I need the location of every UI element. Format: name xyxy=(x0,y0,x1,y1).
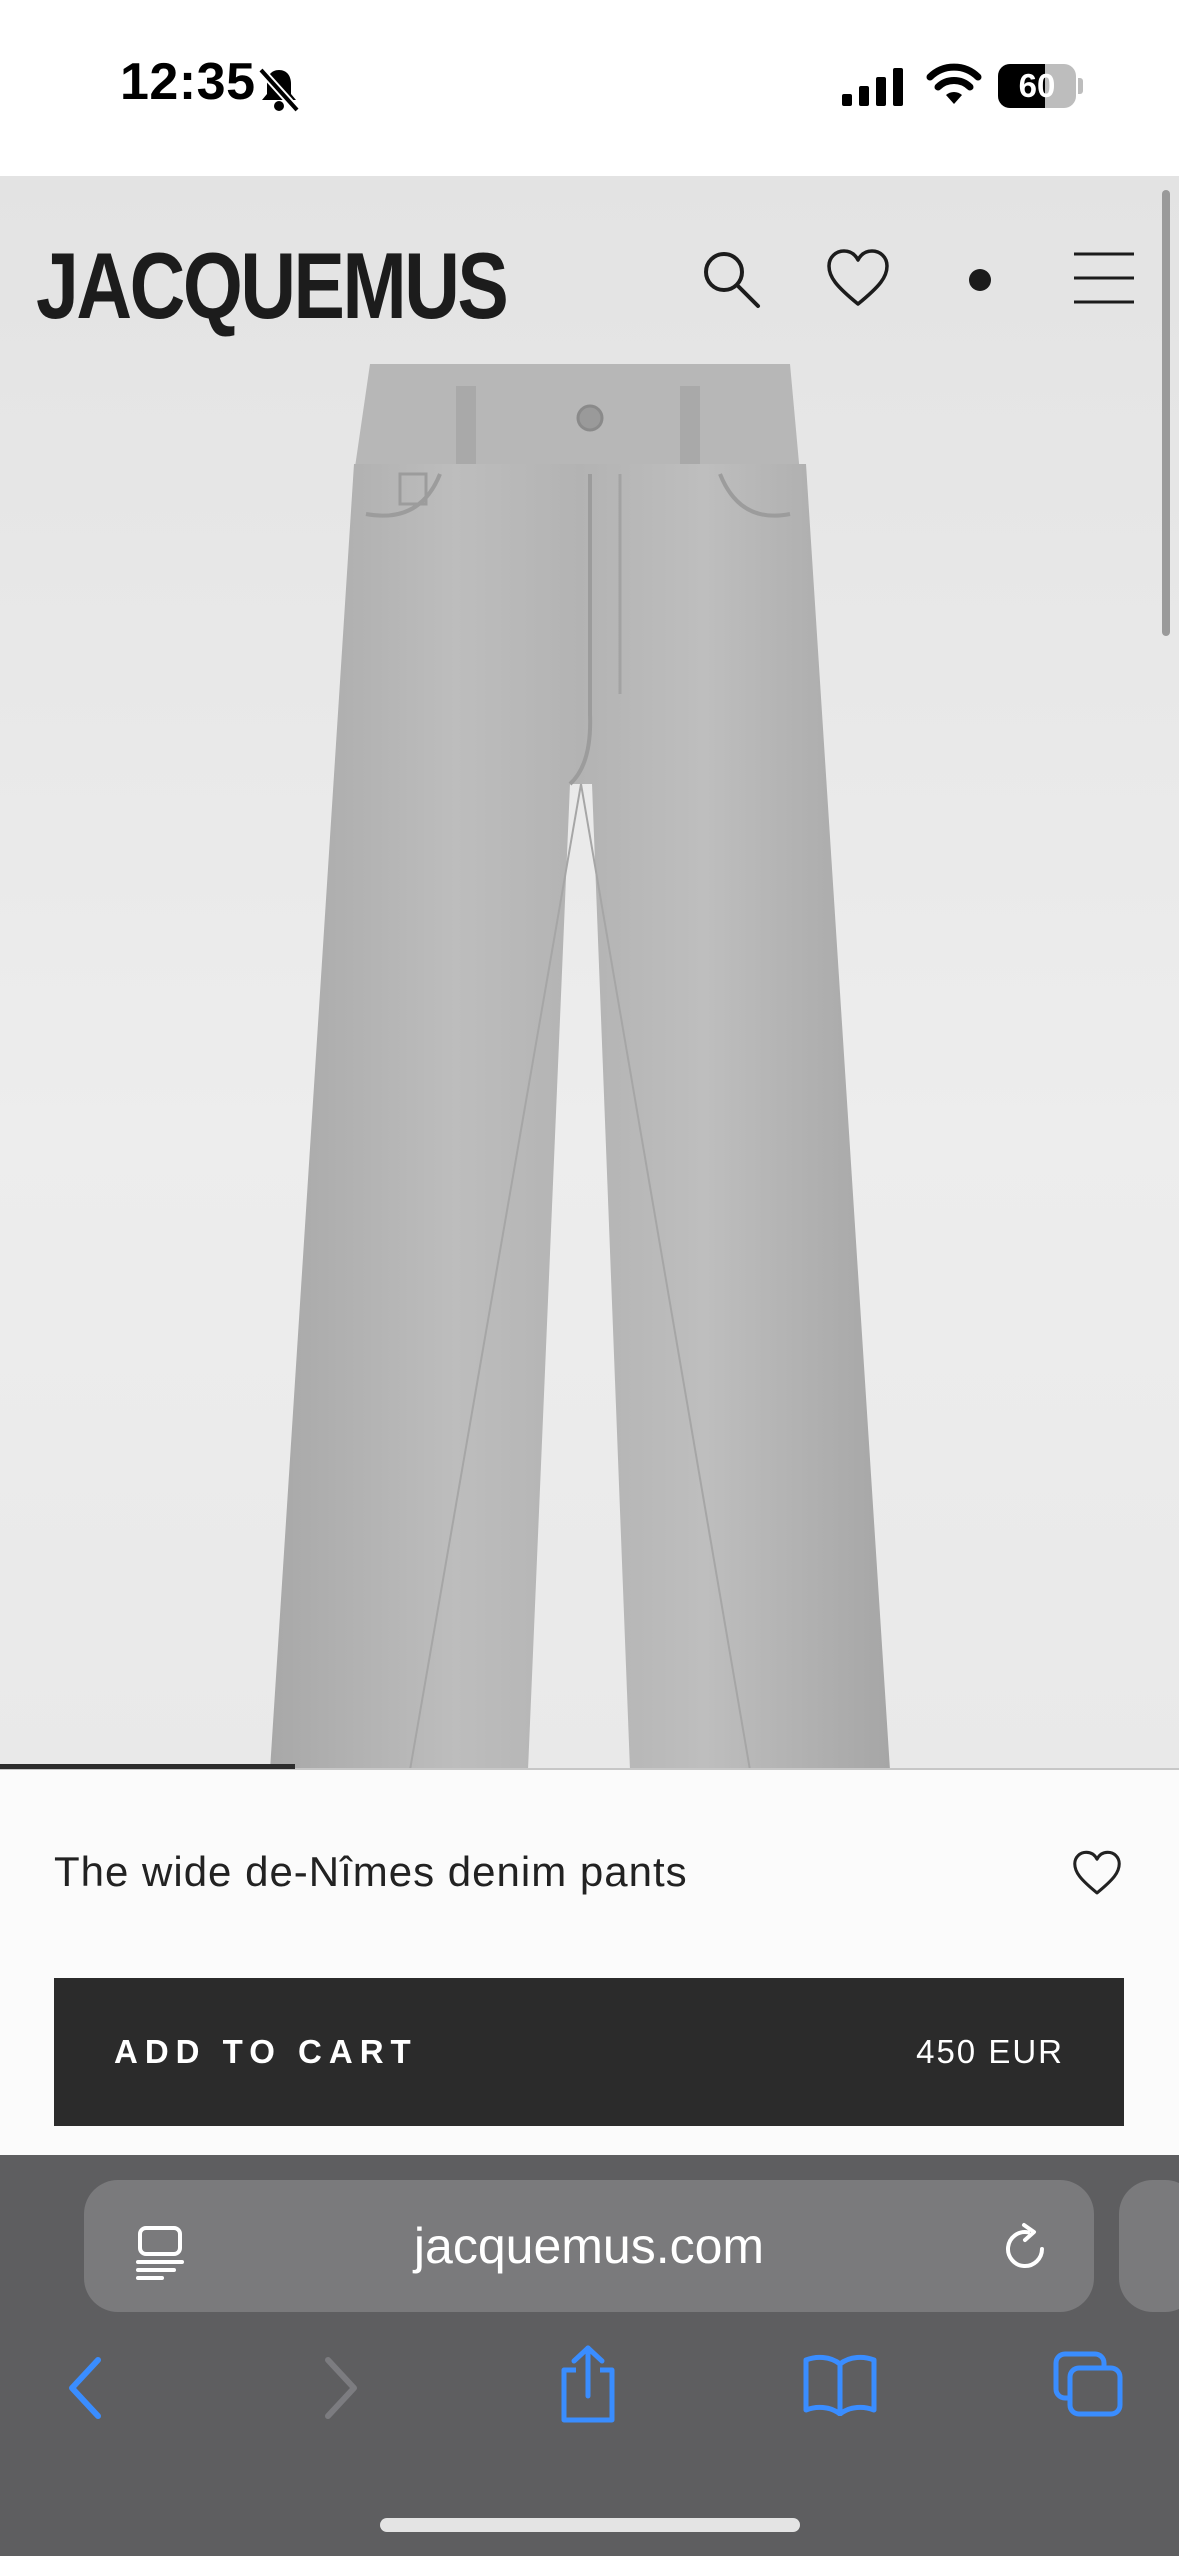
bookmarks-icon[interactable] xyxy=(802,2352,878,2416)
share-icon[interactable] xyxy=(556,2344,620,2424)
add-to-cart-button[interactable]: ADD TO CART 450 EUR xyxy=(54,1978,1124,2126)
page-scrollbar[interactable] xyxy=(1162,190,1170,636)
product-name: The wide de-Nîmes denim pants xyxy=(54,1848,688,1895)
home-indicator[interactable] xyxy=(380,2518,800,2532)
gallery-progress-fill xyxy=(0,1764,295,1769)
battery-icon: 60 xyxy=(998,64,1076,108)
add-to-wishlist-heart-icon[interactable] xyxy=(1072,1850,1122,1896)
status-time: 12:35 xyxy=(120,53,256,111)
product-photo-denim-pants xyxy=(270,364,890,1770)
wifi-icon xyxy=(926,63,982,104)
next-tab-preview[interactable] xyxy=(1119,2180,1179,2312)
battery-tip xyxy=(1078,78,1083,94)
url-text[interactable]: jacquemus.com xyxy=(84,2180,1094,2312)
product-price: 450 EUR xyxy=(916,2033,1064,2070)
back-icon[interactable] xyxy=(64,2356,108,2420)
cart-dot-icon[interactable] xyxy=(969,269,991,291)
bell-muted-icon xyxy=(258,67,300,113)
brand-logo[interactable]: JACQUEMUS xyxy=(36,232,509,340)
add-to-cart-label: ADD TO CART xyxy=(114,2033,418,2070)
cellular-signal-icon xyxy=(842,68,903,106)
menu-icon[interactable] xyxy=(1074,250,1134,306)
heart-icon[interactable] xyxy=(826,248,890,308)
battery-level-text: 60 xyxy=(1018,67,1056,104)
forward-icon[interactable] xyxy=(318,2356,362,2420)
search-icon[interactable] xyxy=(700,248,764,312)
tabs-icon[interactable] xyxy=(1052,2350,1124,2418)
reload-icon[interactable] xyxy=(998,2222,1052,2276)
